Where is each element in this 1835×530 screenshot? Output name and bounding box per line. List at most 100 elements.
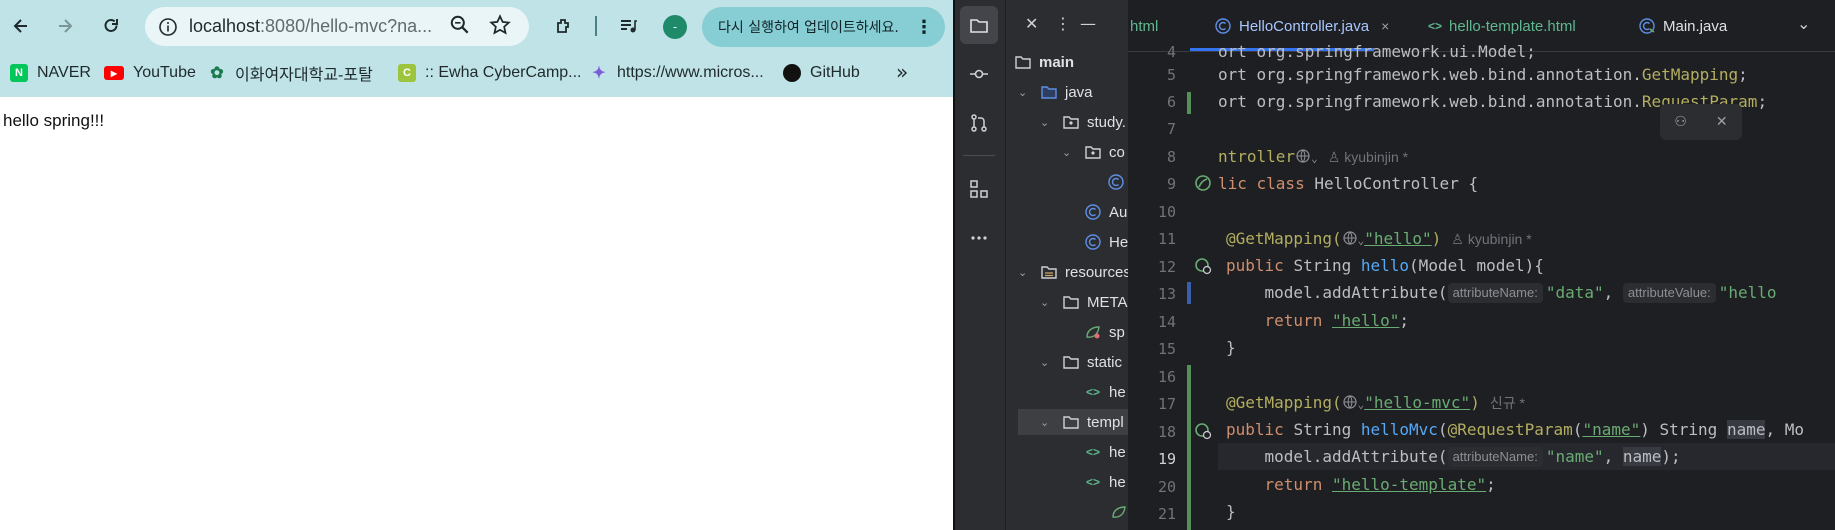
tree-node-controller[interactable]: ⌄ co bbox=[1062, 139, 1125, 165]
address-bar[interactable]: localhost:8080/hello-mvc?na... bbox=[145, 7, 529, 46]
bookmarks-more-icon[interactable]: » bbox=[896, 60, 908, 84]
code-author-hint[interactable]: kyubinjin * bbox=[1468, 231, 1532, 247]
chevron-down-icon[interactable]: ⌄ bbox=[1018, 86, 1032, 99]
chevron-down-icon[interactable]: ⌄ bbox=[1040, 296, 1054, 309]
options-icon[interactable]: ⋮ bbox=[1055, 14, 1071, 33]
code-area[interactable]: ort org.springframework.ui.Model; ort or… bbox=[1218, 42, 1835, 530]
browser-menu-icon[interactable]: ⋮ bbox=[915, 17, 933, 38]
tree-node-hello-class[interactable]: He bbox=[1084, 229, 1128, 255]
bookmark-github[interactable]: GitHub bbox=[783, 62, 860, 84]
bookmark-ewha-cybercamp[interactable]: C :: Ewha CyberCamp... bbox=[398, 62, 582, 84]
tree-label: static bbox=[1087, 353, 1123, 371]
commit-icon[interactable] bbox=[960, 55, 998, 93]
globe-icon[interactable] bbox=[1295, 145, 1311, 163]
tree-node-study[interactable]: ⌄ study. bbox=[1040, 109, 1126, 135]
bookmark-naver[interactable]: N NAVER bbox=[10, 62, 91, 84]
html-file-icon: <> bbox=[1085, 385, 1100, 399]
request-mapping-gutter-icon[interactable] bbox=[1193, 421, 1213, 441]
tree-node-static-html[interactable]: <> he bbox=[1084, 379, 1126, 405]
bookmark-ewha-portal[interactable]: ✿ 이화여자대학교-포탈 bbox=[208, 62, 373, 84]
line-number: 4 bbox=[1166, 43, 1176, 61]
close-icon[interactable]: ✕ bbox=[1716, 114, 1728, 130]
bookmark-youtube[interactable]: ▶ YouTube bbox=[104, 62, 196, 84]
code-line-8: ntroller ⌄ ♙ kyubinjin * bbox=[1218, 143, 1408, 170]
tab-label: Main.java bbox=[1663, 17, 1728, 35]
reload-icon[interactable] bbox=[95, 10, 127, 42]
chevron-down-icon[interactable]: ⌄ bbox=[1018, 266, 1032, 279]
code-text: ort org.springframework.web.bind.annotat… bbox=[1218, 65, 1642, 84]
tab-label: hello-template.html bbox=[1449, 17, 1576, 35]
github-icon bbox=[783, 64, 801, 82]
site-info-icon[interactable] bbox=[155, 14, 181, 40]
vcs-modified-marker[interactable] bbox=[1187, 282, 1191, 304]
tree-node-application-class[interactable]: Au bbox=[1084, 199, 1127, 225]
cybercamp-icon: C bbox=[398, 64, 416, 82]
vcs-added-marker[interactable] bbox=[1187, 92, 1191, 114]
tree-node-spring-file[interactable]: sp bbox=[1084, 319, 1125, 345]
extensions-icon[interactable] bbox=[548, 10, 580, 42]
media-control-icon[interactable] bbox=[612, 10, 644, 42]
tab-label: html bbox=[1130, 17, 1159, 35]
back-arrow-icon[interactable] bbox=[5, 10, 37, 42]
vcs-added-marker[interactable] bbox=[1187, 365, 1191, 530]
more-tools-icon[interactable] bbox=[960, 219, 998, 257]
youtube-icon: ▶ bbox=[104, 66, 124, 80]
code-author-hint[interactable]: 신규 * bbox=[1490, 395, 1525, 411]
bookmark-microsoft[interactable]: ✦ https://www.micros... bbox=[590, 62, 763, 84]
code-annotation: @GetMapping( bbox=[1226, 393, 1342, 412]
zoom-icon[interactable] bbox=[449, 14, 471, 40]
chevron-down-icon[interactable]: ⌄ bbox=[1040, 356, 1054, 369]
line-number: 20 bbox=[1157, 478, 1176, 496]
collapse-all-icon[interactable]: ✕ bbox=[1025, 14, 1038, 33]
line-number: 6 bbox=[1166, 93, 1176, 111]
close-tab-icon[interactable]: × bbox=[1381, 18, 1389, 34]
tree-node-meta-inf[interactable]: ⌄ META bbox=[1040, 289, 1128, 315]
tab-hello-template[interactable]: <> hello-template.html bbox=[1428, 14, 1576, 38]
tab-hello-controller[interactable]: HelloController.java × bbox=[1214, 14, 1389, 38]
chevron-down-icon[interactable]: ⌄ bbox=[1040, 116, 1054, 129]
tree-node-class[interactable] bbox=[1107, 169, 1128, 195]
update-banner-text: 다시 실행하여 업데이트하세요. bbox=[718, 20, 899, 36]
tab-list-chevron-icon[interactable]: ⌄ bbox=[1797, 14, 1810, 33]
pull-requests-icon[interactable] bbox=[960, 104, 998, 142]
update-banner-button[interactable]: 다시 실행하여 업데이트하세요. ⋮ bbox=[702, 7, 945, 47]
code-author-hint[interactable]: kyubinjin * bbox=[1344, 149, 1408, 165]
chevron-down-icon[interactable]: ⌄ bbox=[1311, 152, 1318, 165]
line-number: 13 bbox=[1157, 285, 1176, 303]
tree-node-java[interactable]: ⌄ java bbox=[1018, 79, 1093, 105]
request-mapping-gutter-icon[interactable] bbox=[1193, 256, 1213, 276]
tree-node-template-html-1[interactable]: <> he bbox=[1084, 439, 1126, 465]
tree-node-resources[interactable]: ⌄ resources bbox=[1018, 259, 1128, 285]
url-text[interactable]: localhost:8080/hello-mvc?na... bbox=[189, 16, 444, 37]
tree-node-template-html-2[interactable]: <> he bbox=[1084, 469, 1126, 495]
code-string: "name" bbox=[1545, 447, 1604, 466]
hide-panel-icon[interactable]: — bbox=[1080, 14, 1096, 33]
tree-node-main[interactable]: main bbox=[1014, 49, 1074, 75]
tree-node-static[interactable]: ⌄ static bbox=[1040, 349, 1122, 375]
line-number: 15 bbox=[1157, 340, 1176, 358]
forward-arrow-icon[interactable] bbox=[49, 10, 81, 42]
tree-node-templates[interactable]: ⌄ templ bbox=[1018, 409, 1128, 435]
globe-icon[interactable] bbox=[1342, 227, 1358, 245]
project-folder-icon[interactable] bbox=[960, 6, 998, 44]
tab-main-java[interactable]: Main.java bbox=[1638, 14, 1727, 38]
globe-icon[interactable] bbox=[1342, 391, 1358, 409]
code-editor[interactable]: html HelloController.java × <> hello-tem… bbox=[1128, 0, 1835, 530]
code-text: ort org.springframework.web.bind.annotat… bbox=[1218, 92, 1642, 111]
url-rest: :8080/hello-mvc?na... bbox=[260, 16, 433, 36]
profile-avatar[interactable]: - bbox=[663, 15, 687, 39]
structure-icon[interactable] bbox=[960, 170, 998, 208]
tree-label: main bbox=[1039, 53, 1075, 71]
spring-bean-gutter-icon[interactable] bbox=[1193, 173, 1213, 193]
package-icon bbox=[1062, 113, 1080, 131]
ai-assistant-icon[interactable]: ⚇ bbox=[1674, 114, 1687, 130]
parameter-hint: attributeName: bbox=[1447, 283, 1543, 303]
chevron-down-icon[interactable]: ⌄ bbox=[1062, 146, 1076, 159]
browser-toolbar: localhost:8080/hello-mvc?na... - 다시 실행하여… bbox=[0, 0, 953, 52]
bookmark-star-icon[interactable] bbox=[489, 14, 511, 40]
code-line-13: model.addAttribute(attributeName: "data",… bbox=[1226, 279, 1777, 306]
tree-label: Au bbox=[1109, 203, 1128, 221]
tab-html-partial[interactable]: html bbox=[1130, 14, 1158, 38]
chevron-down-icon[interactable]: ⌄ bbox=[1040, 416, 1054, 429]
tree-node-application-props[interactable]: applic bbox=[1110, 499, 1128, 525]
